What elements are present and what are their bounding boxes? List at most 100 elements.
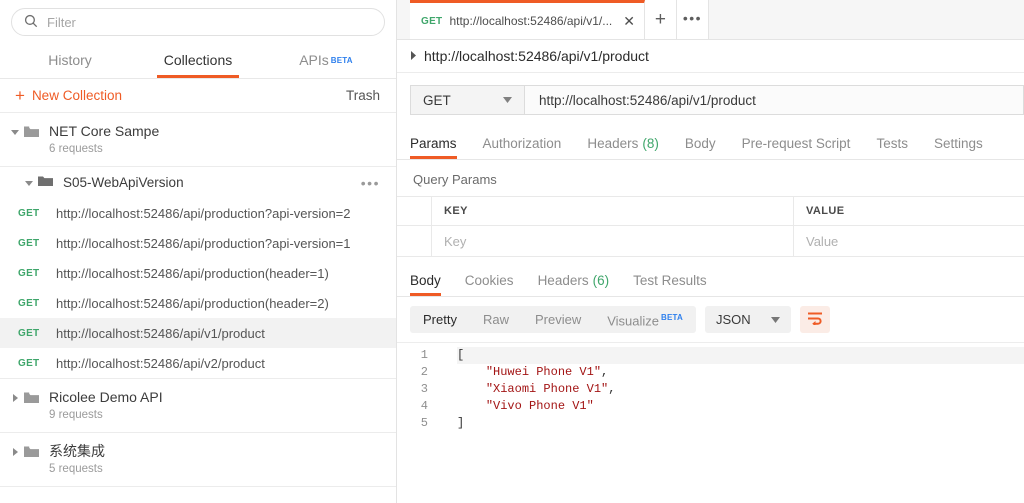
url-input[interactable] — [524, 85, 1024, 115]
breadcrumb: http://localhost:52486/api/v1/product — [397, 40, 1024, 73]
tab-body-label: Body — [684, 135, 716, 151]
breadcrumb-label: http://localhost:52486/api/v1/product — [424, 48, 649, 64]
view-mode-preview[interactable]: Preview — [522, 306, 594, 333]
response-tab-headers[interactable]: Headers (6) — [538, 264, 610, 296]
request-item[interactable]: GET http://localhost:52486/api/v2/produc… — [0, 348, 396, 378]
code-line: ] — [457, 415, 1024, 432]
chevron-down-icon[interactable] — [8, 122, 22, 136]
collection-net-core-sampe[interactable]: NET Core Sampe 6 requests — [0, 113, 396, 167]
folder-icon — [38, 175, 53, 190]
request-item[interactable]: GET http://localhost:52486/api/productio… — [0, 258, 396, 288]
sidebar-tabs: History Collections APIs BETA — [0, 42, 396, 79]
tab-headers-count: (8) — [642, 135, 659, 151]
chevron-right-icon[interactable] — [410, 50, 417, 62]
sidebar-tab-collections[interactable]: Collections — [134, 42, 262, 78]
row-checkbox-cell[interactable] — [397, 226, 432, 256]
code-token: "Vivo Phone V1" — [485, 399, 594, 413]
open-request-tab[interactable]: GET http://localhost:52486/api/v1/... ✕ — [410, 0, 645, 39]
plus-icon: + — [15, 86, 25, 105]
collection-name: 系统集成 — [49, 443, 105, 459]
chevron-down-icon — [770, 315, 780, 325]
table-gutter — [397, 197, 432, 225]
code-line-numbers: 1 2 3 4 5 — [397, 347, 437, 503]
collection-name: NET Core Sampe — [49, 123, 160, 139]
code-token: [ — [457, 348, 465, 362]
sidebar-tab-history-label: History — [48, 52, 92, 68]
response-tab-body[interactable]: Body — [410, 264, 441, 296]
view-mode-raw[interactable]: Raw — [470, 306, 522, 333]
collection-text: NET Core Sampe 6 requests — [49, 122, 159, 155]
tab-pre-request-script-label: Pre-request Script — [741, 135, 851, 151]
request-item[interactable]: GET http://localhost:52486/api/productio… — [0, 228, 396, 258]
response-format-dropdown[interactable]: JSON — [705, 306, 791, 333]
tab-pre-request-script[interactable]: Pre-request Script — [742, 127, 851, 159]
method-dropdown[interactable]: GET — [410, 85, 524, 115]
view-mode-pretty[interactable]: Pretty — [410, 306, 470, 333]
close-icon[interactable]: ✕ — [623, 14, 635, 28]
tab-method-label: GET — [421, 15, 443, 27]
line-number: 5 — [420, 416, 428, 430]
folder-label: S05-WebApiVersion — [63, 175, 184, 190]
view-mode-visualize[interactable]: Visualize BETA — [594, 304, 696, 334]
sidebar-tab-collections-label: Collections — [163, 52, 233, 68]
folder-more-icon[interactable]: ••• — [361, 175, 386, 191]
apis-beta-badge: BETA — [330, 55, 353, 65]
code-comma: , — [608, 382, 616, 396]
folder-open-icon — [24, 126, 39, 141]
response-body-code[interactable]: 1 2 3 4 5 [ "Huwei Phone V1", "Xiaomi Ph… — [397, 342, 1024, 503]
new-tab-button[interactable]: + — [644, 0, 677, 39]
request-url: http://localhost:52486/api/v1/product — [56, 325, 265, 341]
chevron-down-icon[interactable] — [22, 179, 36, 187]
request-url: http://localhost:52486/api/production(he… — [56, 265, 329, 281]
wrap-lines-icon — [807, 311, 823, 328]
collection-text: 系统集成 5 requests — [49, 442, 105, 475]
response-viewer-toolbar: Pretty Raw Preview Visualize BETA JSON — [397, 297, 1024, 342]
folder-open-icon — [24, 392, 39, 407]
collection-xitongjicheng[interactable]: 系统集成 5 requests — [0, 433, 396, 487]
line-number: 2 — [420, 365, 428, 379]
sidebar-tab-history[interactable]: History — [6, 42, 134, 78]
chevron-right-icon[interactable] — [8, 388, 22, 402]
tab-params[interactable]: Params — [410, 127, 457, 159]
response-tab-test-results[interactable]: Test Results — [633, 264, 707, 296]
chevron-right-icon[interactable] — [8, 442, 22, 456]
search-input[interactable] — [47, 14, 372, 30]
trash-button[interactable]: Trash — [346, 88, 380, 103]
request-item-selected[interactable]: GET http://localhost:52486/api/v1/produc… — [0, 318, 396, 348]
table-row: Key Value — [397, 226, 1024, 257]
response-tab-cookies[interactable]: Cookies — [465, 264, 514, 296]
request-item[interactable]: GET http://localhost:52486/api/productio… — [0, 198, 396, 228]
collection-ricolee-demo-api[interactable]: Ricolee Demo API 9 requests — [0, 379, 396, 433]
code-line: [ — [457, 347, 1024, 364]
response-tab-body-label: Body — [410, 272, 441, 288]
param-key-input[interactable]: Key — [432, 226, 794, 256]
tab-tests[interactable]: Tests — [876, 127, 908, 159]
sidebar-tab-apis[interactable]: APIs BETA — [262, 42, 390, 78]
request-method: GET — [18, 297, 40, 309]
tab-settings[interactable]: Settings — [934, 127, 983, 159]
folder-open-icon — [24, 446, 39, 461]
param-value-input[interactable]: Value — [794, 226, 1024, 256]
tab-more-button[interactable]: ••• — [676, 0, 709, 39]
request-method: GET — [18, 207, 40, 219]
view-mode-visualize-label: Visualize — [607, 313, 660, 329]
tab-authorization[interactable]: Authorization — [483, 127, 562, 159]
filter-box[interactable] — [11, 8, 385, 36]
response-tab-test-results-label: Test Results — [633, 272, 707, 288]
code-token: "Huwei Phone V1" — [485, 365, 602, 379]
request-item[interactable]: GET http://localhost:52486/api/productio… — [0, 288, 396, 318]
new-collection-button[interactable]: + New Collection — [15, 87, 122, 104]
code-line: "Huwei Phone V1", — [457, 364, 1024, 381]
filter-container — [0, 0, 396, 42]
tab-body[interactable]: Body — [685, 127, 716, 159]
tab-headers[interactable]: Headers (8) — [587, 127, 659, 159]
collection-request-count: 6 requests — [49, 143, 103, 155]
postman-window: History Collections APIs BETA + New Coll… — [0, 0, 1024, 503]
folder-s05-webapiversion[interactable]: S05-WebApiVersion ••• — [0, 167, 396, 198]
wrap-lines-button[interactable] — [799, 306, 830, 333]
response-format-value: JSON — [716, 312, 751, 327]
collection-name: Ricolee Demo API — [49, 389, 163, 405]
more-icon: ••• — [682, 9, 703, 26]
collection-request-count: 5 requests — [49, 463, 103, 475]
